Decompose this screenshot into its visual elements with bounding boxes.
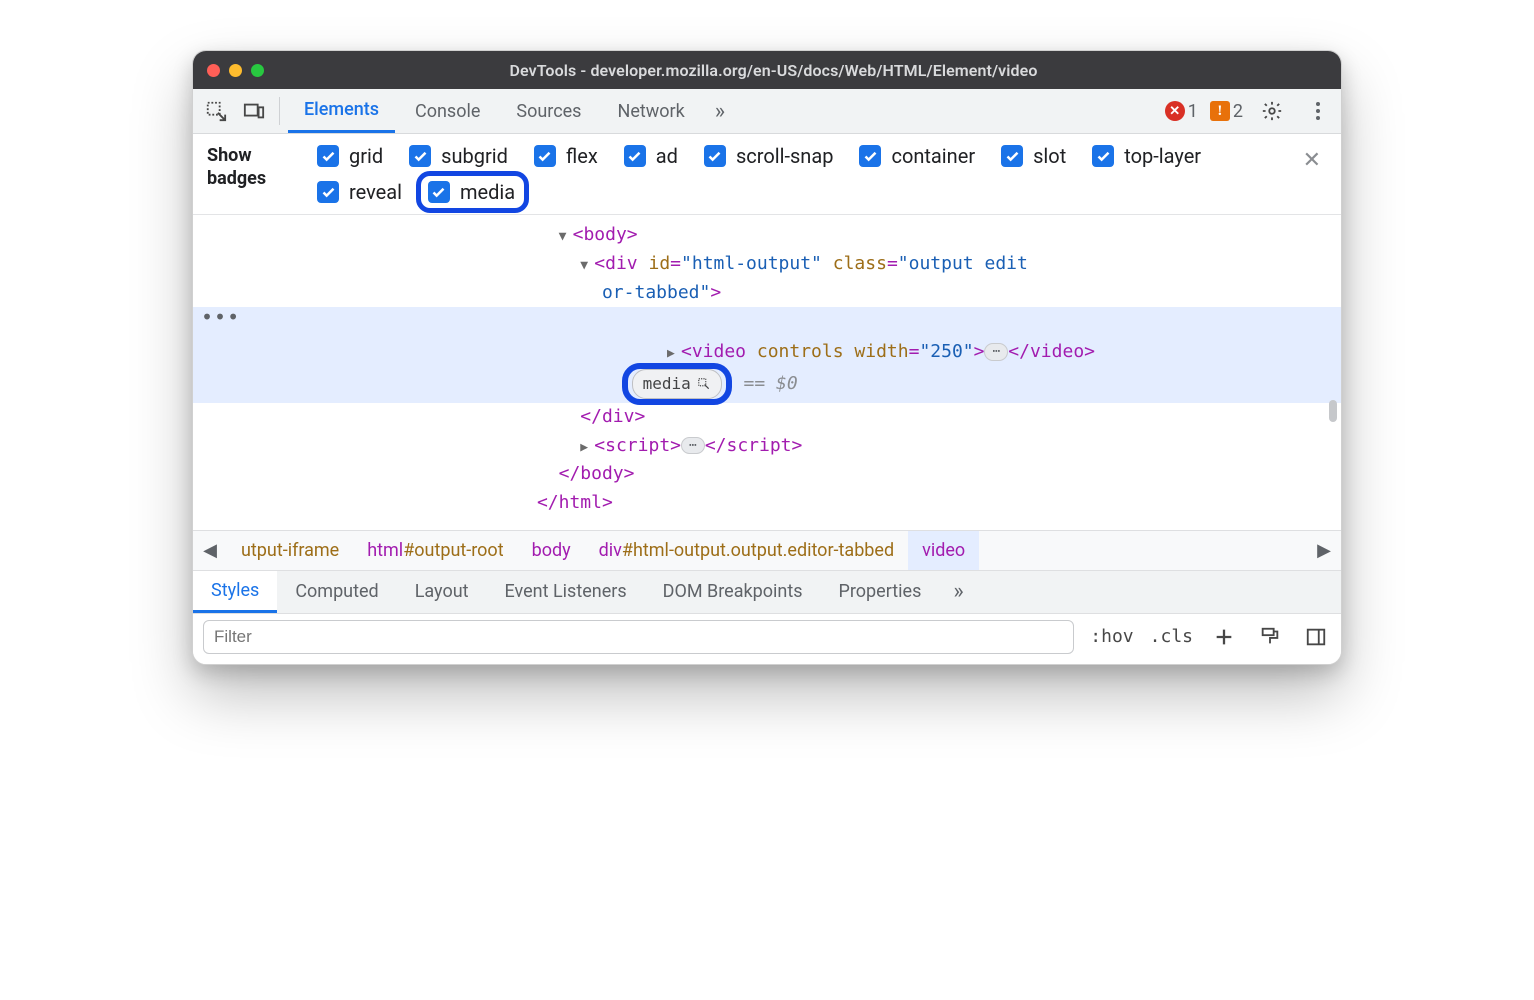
badge-checkbox-subgrid[interactable]: subgrid (409, 144, 508, 168)
warning-icon: ! (1210, 101, 1230, 121)
window-titlebar: DevTools - developer.mozilla.org/en-US/d… (193, 51, 1341, 89)
breadcrumb-scroll-left[interactable]: ◀ (193, 540, 227, 561)
checkbox-label: scroll-snap (736, 144, 834, 168)
checkbox-label: media (460, 180, 515, 204)
checkbox-label: subgrid (441, 144, 508, 168)
checkbox-label: top-layer (1124, 144, 1201, 168)
devtools-tabstrip: Elements Console Sources Network » ✕ 1 !… (193, 89, 1341, 134)
dom-node-body-open[interactable]: ▼<body> (193, 221, 1341, 250)
checkbox-label: grid (349, 144, 383, 168)
badge-checkbox-list: grid subgrid flex ad scroll-snap container slo… (317, 140, 1237, 204)
subtab-computed[interactable]: Computed (277, 571, 396, 613)
console-errors-badge[interactable]: ✕ 1 (1165, 101, 1198, 122)
checkbox-label: reveal (349, 180, 402, 204)
dom-node-video[interactable]: ••• ▶<video controls width="250">⋯</vide… (193, 307, 1341, 369)
tab-elements[interactable]: Elements (288, 89, 395, 133)
dom-node-html-close[interactable]: </html> (193, 489, 1341, 518)
checkbox-label: container (891, 144, 975, 168)
checkbox-icon (624, 145, 646, 167)
close-badges-panel-icon[interactable]: ✕ (1297, 140, 1327, 181)
checkbox-icon (534, 145, 556, 167)
media-badge[interactable]: media (632, 369, 722, 399)
styles-filter-input[interactable] (203, 620, 1074, 654)
toggle-cls-button[interactable]: .cls (1150, 626, 1193, 647)
zoom-window-button[interactable] (251, 64, 264, 77)
checkbox-label: flex (566, 144, 598, 168)
tab-sources[interactable]: Sources (500, 89, 597, 133)
window-title: DevTools - developer.mozilla.org/en-US/d… (286, 61, 1261, 80)
styles-subtabs: Styles Computed Layout Event Listeners D… (193, 570, 1341, 614)
console-warnings-badge[interactable]: ! 2 (1210, 101, 1243, 122)
crumb-div[interactable]: div#html-output.output.editor-tabbed (585, 531, 908, 570)
dom-tree[interactable]: ▼<body> ▼<div id="html-output" class="ou… (193, 215, 1341, 530)
tab-network[interactable]: Network (601, 89, 700, 133)
traffic-lights (207, 64, 264, 77)
devtools-window: DevTools - developer.mozilla.org/en-US/d… (192, 50, 1342, 665)
collapsed-children-icon[interactable]: ⋯ (984, 343, 1008, 361)
subtab-properties[interactable]: Properties (821, 571, 940, 613)
crumb-body[interactable]: body (518, 531, 585, 570)
crumb-html[interactable]: html#output-root (353, 531, 517, 570)
subtab-event-listeners[interactable]: Event Listeners (487, 571, 645, 613)
inspect-element-icon[interactable] (199, 94, 233, 128)
badge-checkbox-container[interactable]: container (859, 144, 975, 168)
device-toolbar-icon[interactable] (237, 94, 271, 128)
dom-node-video-badge-row: media == $0 (193, 369, 1341, 403)
tab-console[interactable]: Console (399, 89, 496, 133)
warning-count: 2 (1233, 101, 1243, 122)
checkbox-label: slot (1033, 144, 1066, 168)
badge-checkbox-scroll-snap[interactable]: scroll-snap (704, 144, 834, 168)
dom-node-div-open[interactable]: ▼<div id="html-output" class="output edi… (193, 250, 1341, 279)
checkbox-icon (1001, 145, 1023, 167)
error-icon: ✕ (1165, 101, 1185, 121)
checkbox-icon (317, 181, 339, 203)
badge-checkbox-reveal[interactable]: reveal (317, 180, 402, 204)
checkbox-icon (859, 145, 881, 167)
styles-toolbar: :hov .cls (193, 614, 1341, 664)
checkbox-icon (1092, 145, 1114, 167)
checkbox-icon (704, 145, 726, 167)
crumb-video[interactable]: video (908, 531, 979, 570)
show-badges-label: Show badges (207, 140, 317, 191)
badge-checkbox-grid[interactable]: grid (317, 144, 383, 168)
new-style-rule-icon[interactable] (1209, 622, 1239, 652)
badge-checkbox-ad[interactable]: ad (624, 144, 678, 168)
checkbox-icon (317, 145, 339, 167)
selected-node-indicator: == $0 (744, 373, 798, 394)
badge-checkbox-media[interactable]: media (428, 180, 515, 204)
dom-node-div-open-cont[interactable]: or-tabbed"> (193, 279, 1341, 308)
collapsed-children-icon[interactable]: ⋯ (681, 437, 705, 455)
breadcrumb-scroll-right[interactable]: ▶ (1307, 540, 1341, 561)
dom-node-body-close[interactable]: </body> (193, 460, 1341, 489)
scrollbar-thumb[interactable] (1329, 400, 1337, 422)
settings-gear-icon[interactable] (1255, 94, 1289, 128)
close-window-button[interactable] (207, 64, 220, 77)
checkbox-icon (428, 181, 450, 203)
dom-breadcrumb: ◀ utput-iframe html#output-root body div… (193, 530, 1341, 570)
crumb-iframe[interactable]: utput-iframe (227, 531, 353, 570)
badge-checkbox-flex[interactable]: flex (534, 144, 598, 168)
subtab-dom-breakpoints[interactable]: DOM Breakpoints (645, 571, 821, 613)
badge-checkbox-slot[interactable]: slot (1001, 144, 1066, 168)
subtabs-overflow-button[interactable]: » (939, 579, 977, 604)
show-badges-panel: Show badges grid subgrid flex ad scroll-snap… (193, 134, 1341, 215)
tabs-overflow-button[interactable]: » (705, 99, 735, 124)
computed-styles-sidebar-icon[interactable] (1301, 622, 1331, 652)
subtab-styles[interactable]: Styles (193, 571, 277, 613)
dom-node-script[interactable]: ▶<script>⋯</script> (193, 432, 1341, 461)
row-actions-icon[interactable]: ••• (201, 307, 240, 327)
error-count: 1 (1188, 101, 1198, 122)
minimize-window-button[interactable] (229, 64, 242, 77)
checkbox-icon (409, 145, 431, 167)
paint-format-icon[interactable] (1255, 622, 1285, 652)
badge-checkbox-top-layer[interactable]: top-layer (1092, 144, 1201, 168)
dom-node-div-close[interactable]: </div> (193, 403, 1341, 432)
subtab-layout[interactable]: Layout (397, 571, 487, 613)
toggle-hov-button[interactable]: :hov (1090, 626, 1133, 647)
kebab-menu-icon[interactable] (1301, 94, 1335, 128)
checkbox-label: ad (656, 144, 678, 168)
